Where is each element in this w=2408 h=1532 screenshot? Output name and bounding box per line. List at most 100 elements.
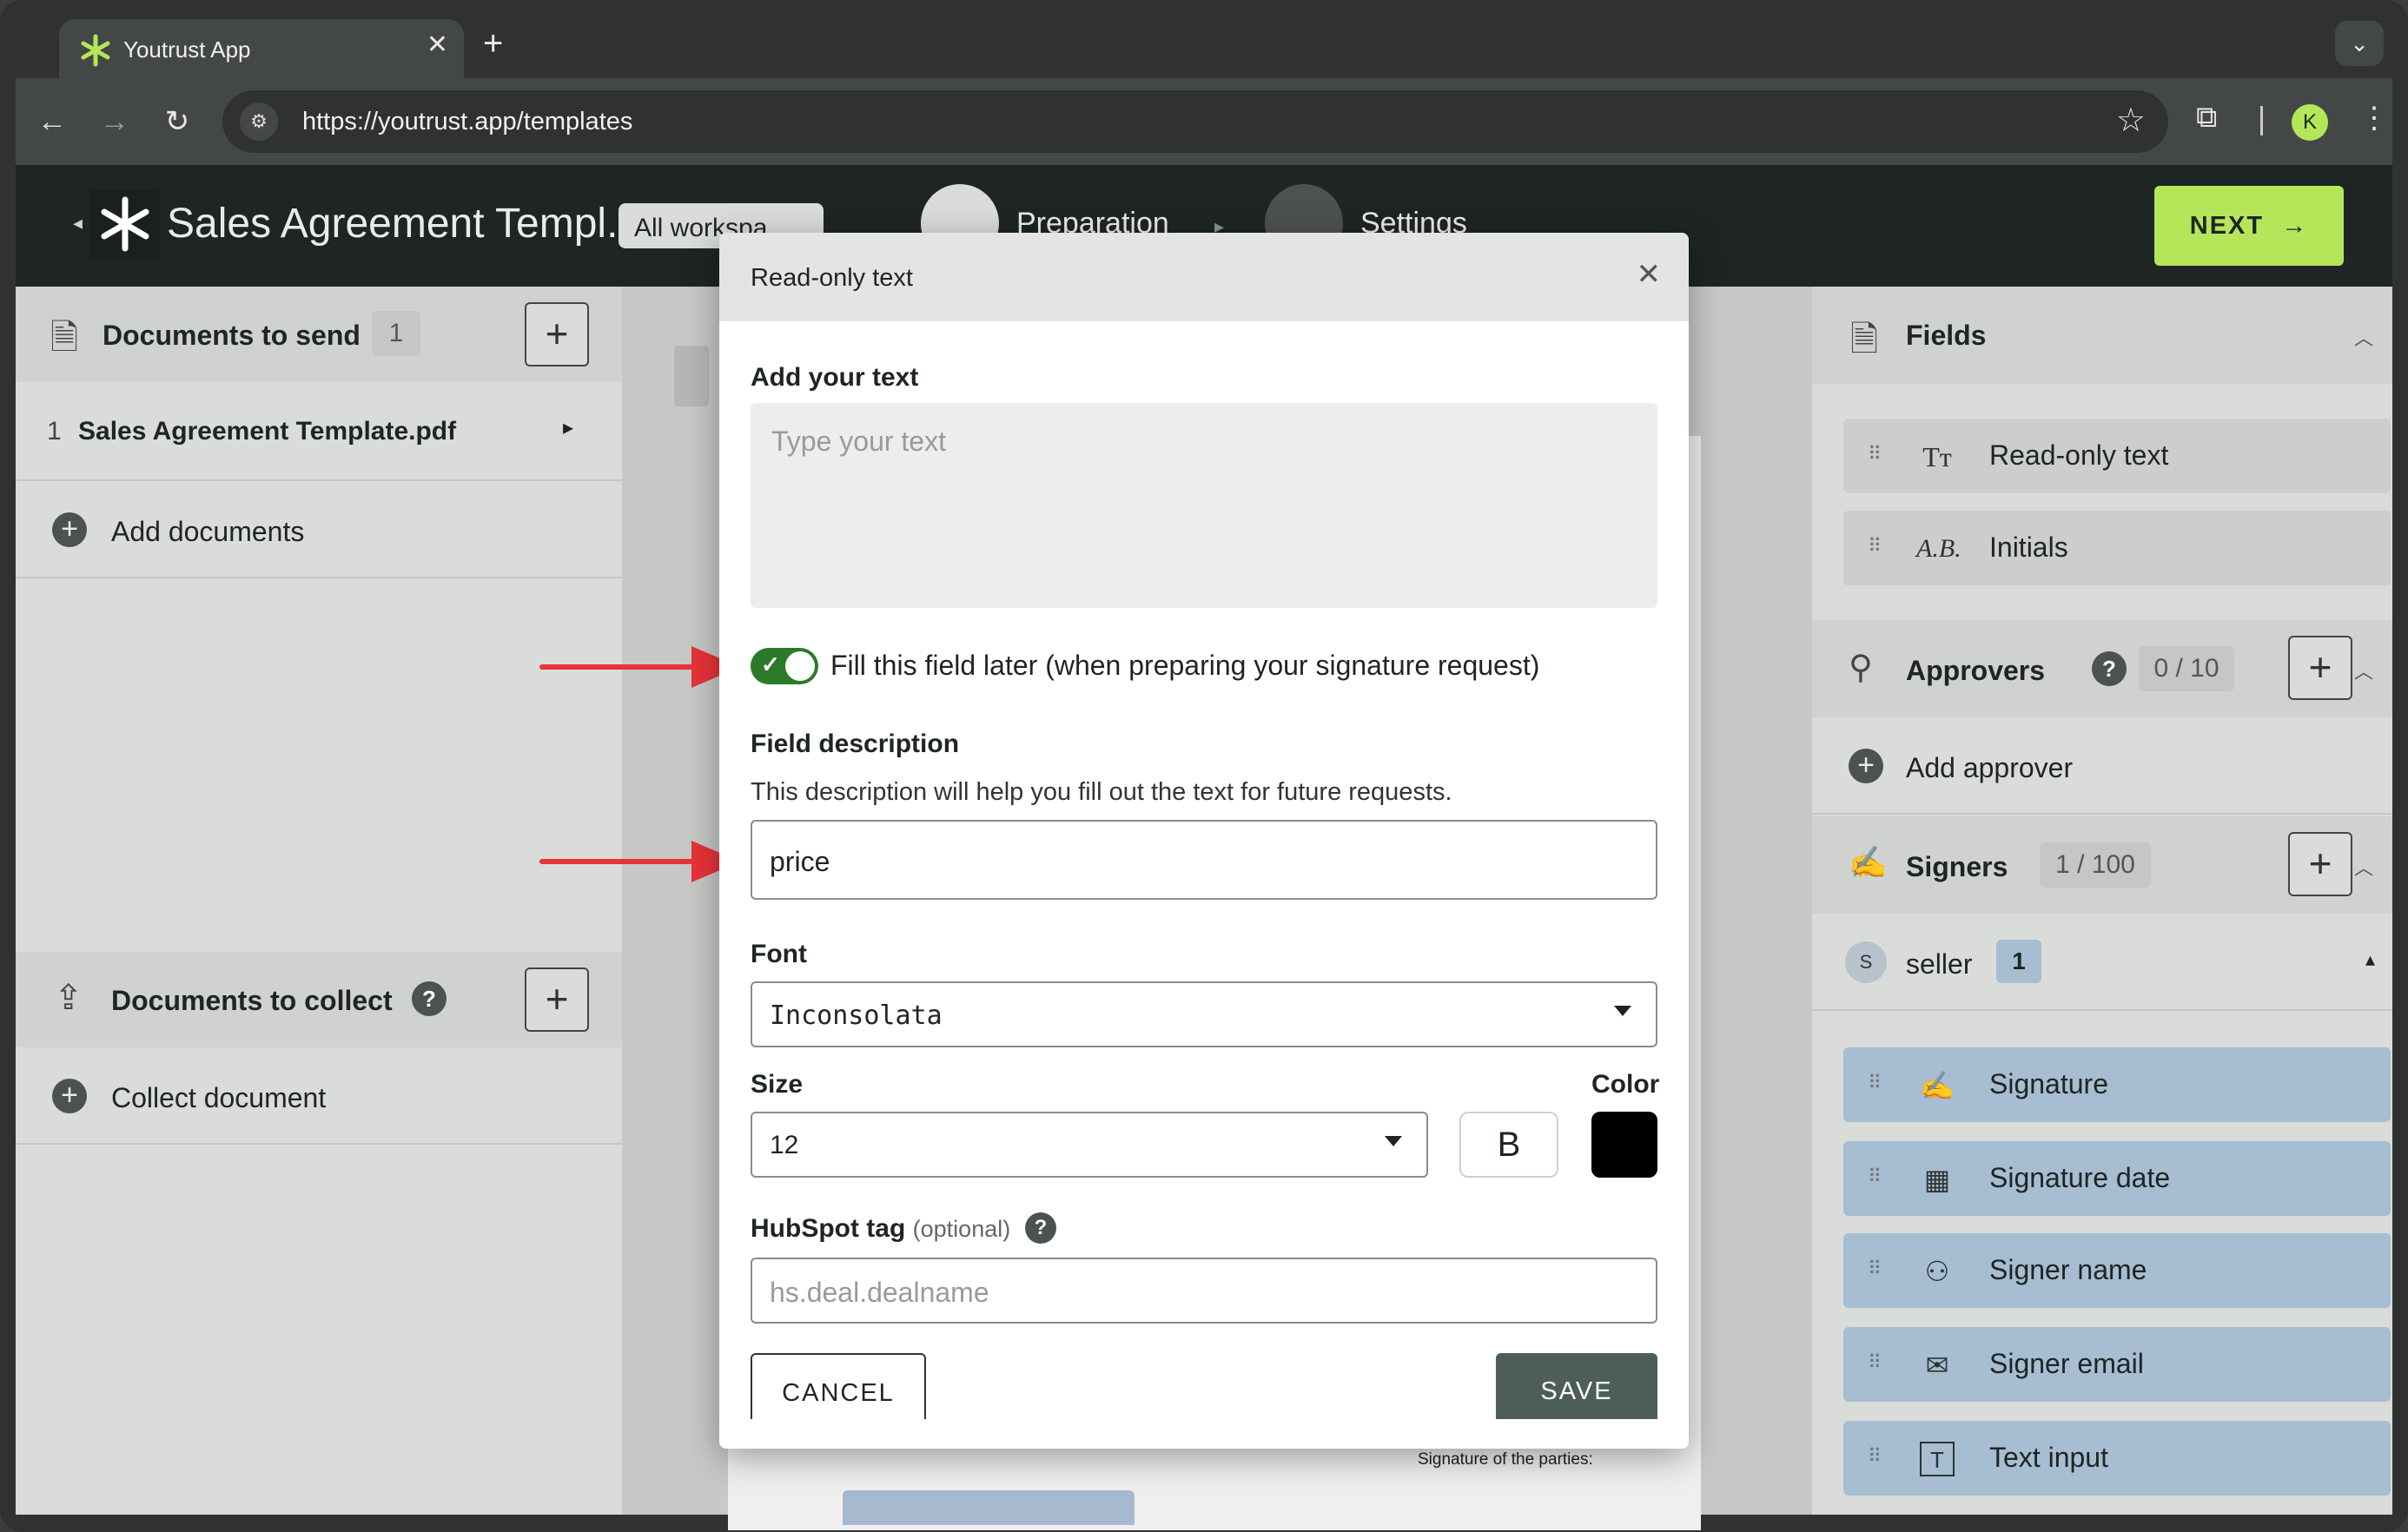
field-signer-email[interactable]: ⠿ ✉ Signer email bbox=[1843, 1327, 2391, 1402]
bookmark-star-icon[interactable]: ☆ bbox=[2116, 101, 2146, 140]
fill-later-label[interactable]: Fill this field later (when preparing yo… bbox=[830, 650, 1539, 682]
collect-document-label: Collect document bbox=[111, 1082, 327, 1113]
hubspot-tag-input[interactable]: hs.deal.dealname bbox=[751, 1258, 1657, 1324]
extensions-icon[interactable]: ⧉ bbox=[2196, 101, 2217, 135]
signers-header: ✍ Signers 1 / 100 + ︿ bbox=[1812, 816, 2392, 914]
reload-icon[interactable]: ↻ bbox=[158, 102, 196, 141]
hubspot-label-text: HubSpot tag bbox=[751, 1214, 906, 1243]
collapse-chevron-icon[interactable]: ︿ bbox=[2354, 657, 2373, 684]
new-tab-button[interactable]: + bbox=[483, 26, 503, 61]
approver-stamp-icon: ⚲ bbox=[1849, 650, 1873, 686]
close-icon[interactable]: ✕ bbox=[1637, 257, 1662, 292]
back-caret-icon[interactable]: ◂ bbox=[73, 212, 83, 234]
field-text-input[interactable]: ⠿ T Text input bbox=[1843, 1421, 2391, 1496]
color-picker-swatch[interactable] bbox=[1591, 1112, 1657, 1178]
add-approver-plus-button[interactable]: + bbox=[2288, 636, 2352, 700]
help-icon[interactable]: ? bbox=[412, 981, 447, 1016]
add-document-button[interactable]: + bbox=[525, 302, 589, 366]
collapse-chevron-icon[interactable]: ︿ bbox=[2354, 853, 2373, 881]
browser-tab[interactable]: Youtrust App ✕ bbox=[59, 19, 464, 82]
drag-handle-icon[interactable]: ⠿ bbox=[1868, 535, 1882, 558]
documents-to-send-title: Documents to send bbox=[103, 320, 361, 351]
field-signature[interactable]: ⠿ ✍ Signature bbox=[1843, 1047, 2391, 1122]
drag-handle-icon[interactable]: ⠿ bbox=[1868, 443, 1882, 466]
collapse-chevron-icon[interactable]: ︿ bbox=[2354, 323, 2373, 351]
size-label: Size bbox=[751, 1070, 804, 1099]
field-label: Read-only text bbox=[1989, 439, 2169, 471]
hubspot-tag-label: HubSpot tag (optional) bbox=[751, 1214, 1010, 1244]
field-label: Signer email bbox=[1989, 1348, 2144, 1379]
back-arrow-icon[interactable]: ← bbox=[33, 102, 71, 141]
next-label: NEXT bbox=[2189, 212, 2265, 240]
documents-count-badge: 1 bbox=[372, 311, 420, 356]
next-button[interactable]: NEXT → bbox=[2154, 186, 2344, 266]
add-collect-button[interactable]: + bbox=[525, 967, 589, 1032]
collect-document-row[interactable]: + Collect document bbox=[16, 1047, 622, 1145]
add-signer-button[interactable]: + bbox=[2288, 832, 2352, 896]
calendar-icon: ▦ bbox=[1923, 1164, 1951, 1195]
address-bar[interactable]: ⚙ https://youtrust.app/templates ☆ bbox=[222, 90, 2168, 153]
field-label: Text input bbox=[1989, 1442, 2108, 1473]
document-row[interactable]: 1 Sales Agreement Template.pdf ▸ bbox=[16, 382, 622, 481]
profile-avatar[interactable]: K bbox=[2292, 104, 2328, 141]
document-icon: 🗎 bbox=[50, 319, 79, 357]
text-input-area[interactable]: Type your text bbox=[751, 403, 1657, 608]
upload-document-icon: ⇪ bbox=[54, 979, 83, 1017]
url-text[interactable]: https://youtrust.app/templates bbox=[302, 108, 632, 136]
font-label: Font bbox=[751, 940, 807, 968]
document-index: 1 bbox=[47, 417, 62, 446]
drag-handle-icon[interactable]: ⠿ bbox=[1868, 1445, 1882, 1468]
add-documents-row[interactable]: + Add documents bbox=[16, 481, 622, 578]
template-title[interactable]: Sales Agreement Templ... bbox=[167, 200, 641, 248]
size-select[interactable]: 12 bbox=[751, 1112, 1428, 1178]
text-input-icon: T bbox=[1920, 1442, 1955, 1476]
tab-close-icon[interactable]: ✕ bbox=[427, 30, 448, 60]
browser-window: Youtrust App ✕ + ⌄ ← → ↻ ⚙ https://youtr… bbox=[0, 0, 2408, 1532]
site-settings-icon[interactable]: ⚙ bbox=[240, 102, 278, 141]
signer-row[interactable]: S seller 1 ▴ bbox=[1812, 914, 2392, 1011]
field-read-only-text[interactable]: ⠿ Tт Read-only text bbox=[1843, 419, 2391, 493]
help-icon[interactable]: ? bbox=[1025, 1212, 1056, 1244]
dropdown-caret-icon bbox=[1614, 1006, 1631, 1016]
drag-handle-icon[interactable]: ⠿ bbox=[1868, 1072, 1882, 1094]
text-placeholder: Type your text bbox=[771, 426, 946, 457]
add-approver-row[interactable]: + Add approver bbox=[1812, 717, 2392, 815]
document-name: Sales Agreement Template.pdf bbox=[78, 417, 457, 446]
field-initials[interactable]: ⠿ A.B. Initials bbox=[1843, 511, 2391, 585]
documents-to-collect-title: Documents to collect bbox=[111, 985, 393, 1016]
hubspot-placeholder: hs.deal.dealname bbox=[770, 1277, 989, 1308]
field-description-help: This description will help you fill out … bbox=[751, 778, 1452, 806]
signature-parties-text: Signature of the parties: bbox=[1418, 1450, 1593, 1469]
signature-icon: ✍ bbox=[1920, 1070, 1955, 1101]
expand-caret-icon[interactable]: ▸ bbox=[563, 415, 573, 440]
field-signature-date[interactable]: ⠿ ▦ Signature date bbox=[1843, 1141, 2391, 1216]
forward-arrow-icon[interactable]: → bbox=[96, 102, 134, 141]
field-description-input[interactable]: price bbox=[751, 820, 1657, 900]
drag-handle-icon[interactable]: ⠿ bbox=[1868, 1351, 1882, 1374]
fields-header[interactable]: 🗎 Fields ︿ bbox=[1812, 287, 2392, 384]
tab-search-button[interactable]: ⌄ bbox=[2335, 21, 2384, 66]
annotation-arrow-toggle bbox=[539, 646, 740, 688]
annotation-arrow-description bbox=[539, 841, 740, 882]
help-icon[interactable]: ? bbox=[2092, 651, 2127, 686]
color-label: Color bbox=[1591, 1070, 1660, 1099]
page-thumbnail-tab[interactable] bbox=[674, 346, 709, 406]
signers-title: Signers bbox=[1906, 851, 2008, 882]
person-icon: ⚇ bbox=[1924, 1256, 1950, 1287]
bold-toggle-button[interactable]: B bbox=[1459, 1112, 1558, 1178]
tab-title: Youtrust App bbox=[123, 36, 251, 63]
placed-signature-field[interactable] bbox=[843, 1490, 1135, 1525]
arrow-right-icon: → bbox=[2272, 212, 2309, 240]
font-select[interactable]: Inconsolata bbox=[751, 981, 1657, 1047]
add-documents-label: Add documents bbox=[111, 516, 305, 547]
initials-icon: A.B. bbox=[1916, 534, 1961, 563]
drag-handle-icon[interactable]: ⠿ bbox=[1868, 1166, 1882, 1188]
fields-icon: 🗎 bbox=[1850, 320, 1879, 359]
field-signer-name[interactable]: ⠿ ⚇ Signer name bbox=[1843, 1233, 2391, 1308]
drag-handle-icon[interactable]: ⠿ bbox=[1868, 1258, 1882, 1280]
collapse-caret-icon[interactable]: ▴ bbox=[2365, 948, 2375, 971]
fill-later-toggle[interactable]: ✓ bbox=[751, 648, 818, 684]
add-circle-icon: + bbox=[1849, 749, 1883, 783]
signers-count-badge: 1 / 100 bbox=[2040, 842, 2151, 888]
browser-menu-icon[interactable]: ⋮ bbox=[2359, 101, 2389, 135]
